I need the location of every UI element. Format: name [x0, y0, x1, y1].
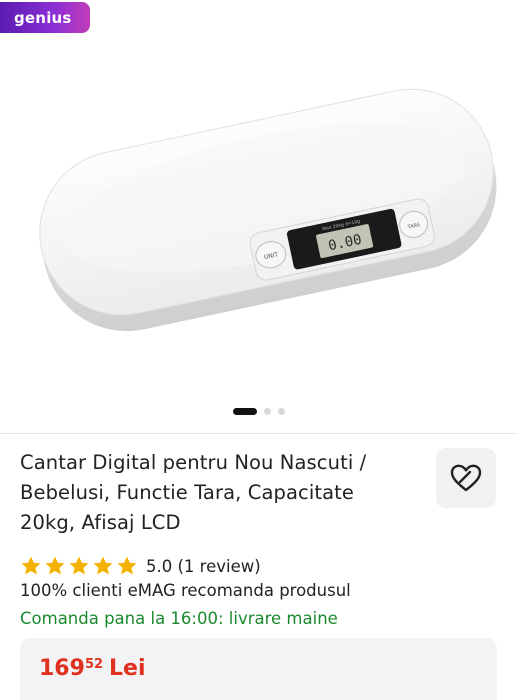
- heart-outline-icon: [450, 464, 482, 492]
- product-rating[interactable]: 5.0 (1 review): [20, 555, 261, 577]
- gallery-dot[interactable]: [277, 408, 285, 415]
- product-gallery[interactable]: genius UNIT Max 20kg d=10g 0.00 TARE: [0, 0, 517, 432]
- recommendation-text: 100% clienti eMAG recomanda produsul: [20, 581, 351, 600]
- section-divider: [0, 433, 517, 434]
- rating-text[interactable]: 5.0 (1 review): [146, 557, 261, 576]
- gallery-dot[interactable]: [263, 408, 271, 415]
- star-icon: [93, 556, 113, 575]
- star-icon: [21, 556, 41, 575]
- add-to-favorites-button[interactable]: [436, 448, 496, 508]
- price-cents: 52: [84, 657, 104, 672]
- genius-badge: genius: [0, 2, 90, 33]
- rating-stars: [20, 555, 138, 577]
- price-box: 169 52 Lei: [20, 638, 497, 700]
- star-icon: [45, 556, 65, 575]
- baby-scale-product-image[interactable]: UNIT Max 20kg d=10g 0.00 TARE: [0, 40, 517, 370]
- product-price: 169 52 Lei: [39, 656, 146, 681]
- star-icon: [69, 556, 89, 575]
- gallery-pagination[interactable]: [0, 408, 517, 415]
- product-title: Cantar Digital pentru Nou Nascuti / Bebe…: [20, 451, 367, 534]
- genius-badge-label: genius: [14, 8, 72, 27]
- delivery-info: Comanda pana la 16:00: livrare maine: [20, 609, 338, 628]
- price-main: 169: [39, 656, 85, 681]
- gallery-dot-active[interactable]: [232, 408, 257, 415]
- price-currency: Lei: [109, 656, 146, 681]
- star-icon: [117, 556, 137, 575]
